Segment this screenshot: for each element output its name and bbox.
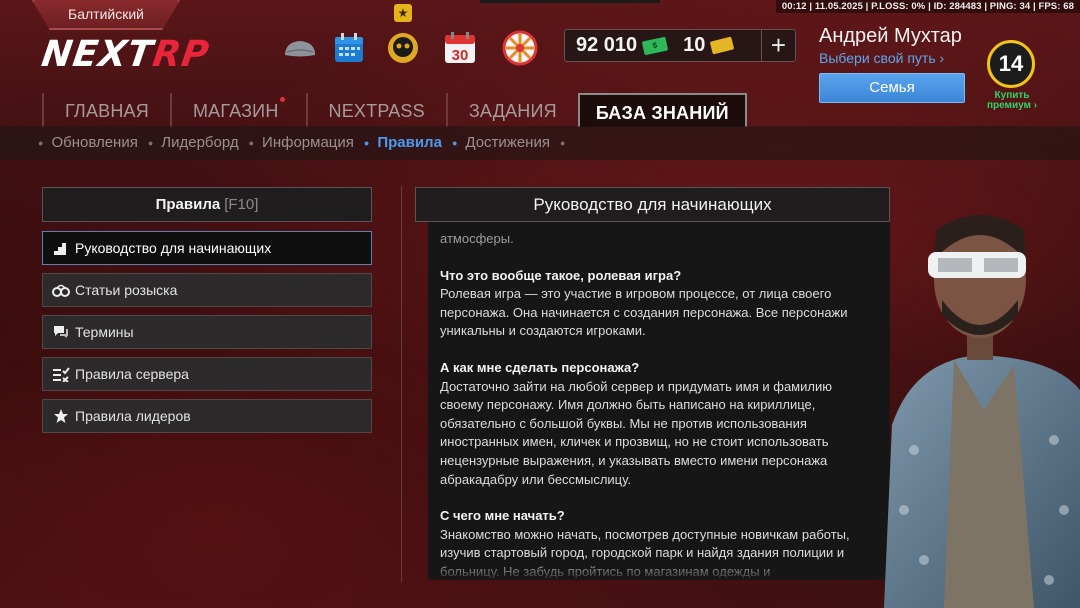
bullet-icon: ● <box>451 137 458 148</box>
menu-item-wanted-articles[interactable]: Статьи розыска <box>42 273 372 307</box>
buy-premium-link[interactable]: Купить премиум › <box>980 91 1044 111</box>
answer: Ролевая игра — это участие в игровом про… <box>440 286 848 339</box>
question: С чего мне начать? <box>440 508 565 524</box>
chat-icon <box>52 323 70 341</box>
tab-tasks[interactable]: ЗАДАНИЯ <box>445 93 578 127</box>
tab-shop[interactable]: МАГАЗИН <box>169 93 306 127</box>
premium-label-2: премиум <box>986 100 1031 111</box>
logo: NEXTRP <box>39 34 212 75</box>
menu-item-server-rules[interactable]: Правила сервера <box>42 357 372 391</box>
content-fade <box>428 558 890 580</box>
bullet-icon: ● <box>38 137 44 148</box>
menu-item-label: Термины <box>75 324 134 340</box>
checklist-icon <box>52 365 70 383</box>
coin-amount: 10 <box>683 34 706 56</box>
menu-item-leader-rules[interactable]: Правила лидеров <box>42 399 372 433</box>
rules-hotkey: [F10] <box>224 196 259 213</box>
subtab-leaderboard[interactable]: Лидерборд <box>161 134 238 151</box>
notification-dot-icon <box>279 97 285 102</box>
bullet-icon: ● <box>147 137 154 148</box>
chevron-right-icon: › <box>939 50 945 66</box>
tab-shop-label: МАГАЗИН <box>192 101 279 121</box>
currency-panel: 92 010 $ 10 + <box>564 29 796 62</box>
bullet-icon: ● <box>559 137 566 148</box>
level-badge: 14 <box>987 40 1035 88</box>
main-nav: ГЛАВНАЯ МАГАЗИН NEXTPASS ЗАДАНИЯ БАЗА ЗН… <box>42 93 747 127</box>
star-badge-icon: ★ <box>394 4 412 22</box>
guide-content[interactable]: атмосферы. Что это вообще такое, ролевая… <box>428 222 890 578</box>
subtab-information[interactable]: Информация <box>262 134 354 151</box>
wheel-icon[interactable] <box>502 30 538 66</box>
skull-icon[interactable] <box>385 30 421 66</box>
choose-path-link[interactable]: Выбери свой путь › <box>819 50 944 66</box>
character-avatar <box>884 190 1080 608</box>
status-bar: 00:12 | 11.05.2025 | P.LOSS: 0% | ID: 28… <box>775 0 1080 13</box>
money-amount: 92 010 <box>576 34 638 56</box>
cap-icon[interactable] <box>282 30 318 66</box>
player-name: Андрей Мухтар <box>819 25 962 47</box>
logo-rp: RP <box>150 34 213 75</box>
menu-item-label: Статьи розыска <box>75 282 178 298</box>
tab-main[interactable]: ГЛАВНАЯ <box>42 93 170 127</box>
bullet-icon: ● <box>363 137 370 148</box>
server-name: Балтийский <box>32 0 180 30</box>
handcuffs-icon <box>52 281 70 299</box>
calendar-day: 30 <box>452 47 469 64</box>
menu-item-label: Правила лидеров <box>75 408 191 424</box>
rules-panel-title: Правила [F10] <box>42 187 372 222</box>
tab-nextpass[interactable]: NEXTPASS <box>305 93 446 127</box>
menu-item-label: Правила сервера <box>75 366 189 382</box>
menu-item-beginners-guide[interactable]: Руководство для начинающих <box>42 231 372 265</box>
choose-path-label: Выбери свой путь <box>819 50 936 66</box>
ticket-icon <box>710 36 735 55</box>
bullet-icon: ● <box>248 137 255 148</box>
panel-divider <box>401 186 402 582</box>
question: А как мне сделать персонажа? <box>440 359 640 375</box>
top-line <box>480 0 660 3</box>
menu-item-terms[interactable]: Термины <box>42 315 372 349</box>
rules-title: Правила <box>155 196 221 213</box>
guide-title: Руководство для начинающих <box>415 187 890 222</box>
intro-fragment: атмосферы. <box>440 231 514 246</box>
family-button[interactable]: Семья <box>819 73 965 103</box>
calendar-30-icon[interactable]: 30 <box>442 30 478 66</box>
subtab-rules[interactable]: Правила <box>377 134 442 151</box>
sub-nav: ● Обновления ● Лидерборд ● Информация ● … <box>38 134 573 151</box>
question: Что это вообще такое, ролевая игра? <box>440 267 682 283</box>
subtab-updates[interactable]: Обновления <box>51 134 137 151</box>
subtab-achievements[interactable]: Достижения <box>465 134 550 151</box>
menu-item-label: Руководство для начинающих <box>75 240 272 256</box>
add-currency-button[interactable]: + <box>761 30 795 61</box>
answer: Достаточно зайти на любой сервер и приду… <box>440 378 832 487</box>
tab-knowledge-base[interactable]: БАЗА ЗНАНИЙ <box>577 93 747 127</box>
cash-icon: $ <box>641 36 669 55</box>
star-icon <box>52 407 70 425</box>
calendar-icon[interactable] <box>331 30 367 66</box>
logo-next: NEXT <box>39 34 156 75</box>
stairs-icon <box>52 239 70 257</box>
